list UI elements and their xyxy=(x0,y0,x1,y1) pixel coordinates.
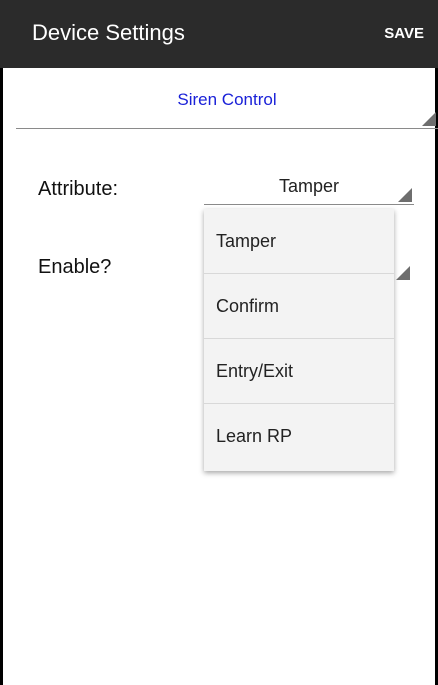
attribute-spinner[interactable]: Tamper xyxy=(204,168,414,205)
page-title: Device Settings xyxy=(32,20,185,45)
device-spinner-value: Siren Control xyxy=(177,90,277,109)
dropdown-option-label: Learn RP xyxy=(216,426,293,446)
attribute-dropdown-menu: Tamper Confirm Entry/Exit Learn RP xyxy=(204,209,394,471)
attribute-label: Attribute: xyxy=(38,178,119,200)
dropdown-option-label: Entry/Exit xyxy=(216,361,294,381)
dropdown-option-confirm[interactable]: Confirm xyxy=(204,274,394,339)
dropdown-arrow-icon xyxy=(422,112,436,126)
device-spinner[interactable]: Siren Control xyxy=(16,68,438,129)
attribute-spinner-value: Tamper xyxy=(278,176,340,196)
dropdown-option-learn-rp[interactable]: Learn RP xyxy=(204,404,394,469)
app-bar: Device Settings SAVE xyxy=(0,0,438,68)
dropdown-option-label: Confirm xyxy=(216,296,280,316)
dropdown-arrow-icon xyxy=(398,188,412,202)
enable-label: Enable? xyxy=(38,256,112,278)
dropdown-option-entry-exit[interactable]: Entry/Exit xyxy=(204,339,394,404)
dropdown-option-tamper[interactable]: Tamper xyxy=(204,209,394,274)
save-button[interactable]: SAVE xyxy=(384,25,424,42)
dropdown-option-label: Tamper xyxy=(216,231,277,251)
enable-spinner-arrow-icon[interactable] xyxy=(396,266,410,280)
